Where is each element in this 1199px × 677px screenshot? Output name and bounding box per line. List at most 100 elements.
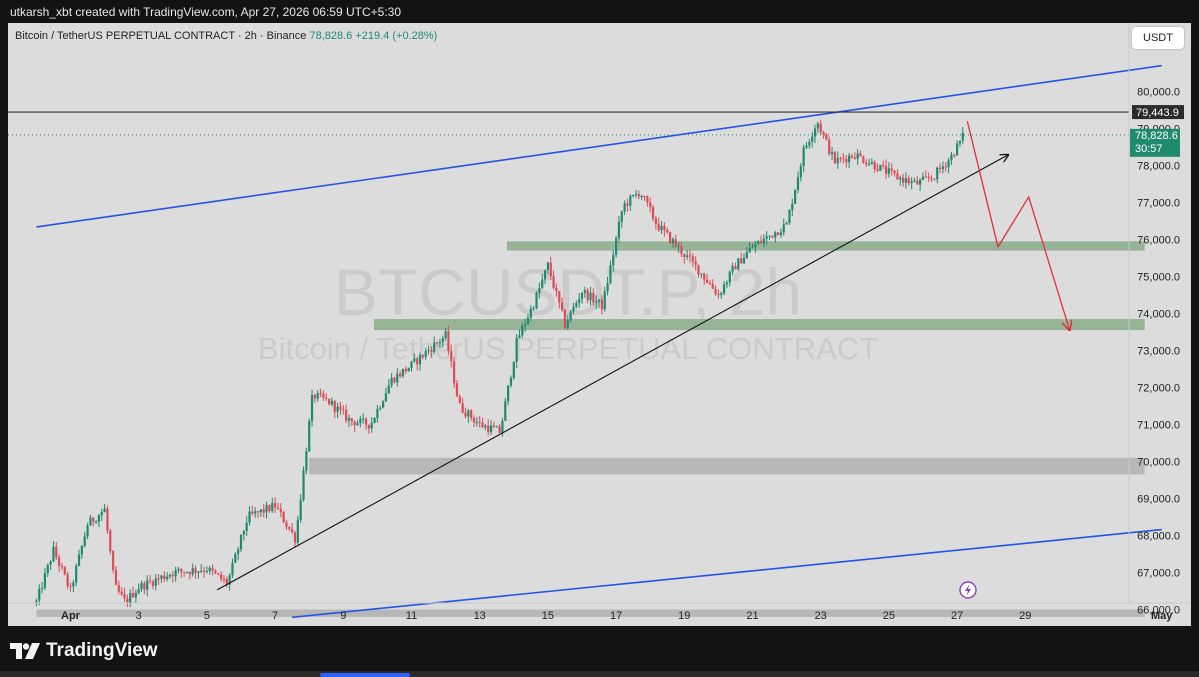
projection-arrow [966, 120, 1069, 330]
candle-body [813, 128, 817, 137]
candle-body [46, 564, 49, 574]
candle-body [345, 409, 348, 421]
candle-body [762, 238, 765, 243]
candle-body [958, 140, 962, 144]
candle-body [717, 294, 720, 296]
candle-body [103, 508, 106, 513]
candle-body [595, 301, 598, 303]
candle-body [438, 342, 442, 344]
candle-body [245, 522, 248, 532]
candle-body [205, 571, 208, 573]
candle-body [220, 574, 223, 580]
candle-body [271, 503, 274, 512]
candle-body [646, 196, 649, 203]
currency-button[interactable]: USDT [1132, 27, 1184, 49]
candle-body [651, 207, 655, 219]
time-tick-label: 11 [406, 610, 417, 622]
candle-body [697, 264, 700, 275]
candle-body [291, 529, 294, 533]
candle-body [370, 422, 373, 429]
candle-body [825, 134, 828, 140]
time-tick-label: May [1151, 610, 1173, 622]
candle-body [688, 255, 692, 257]
candle-body [811, 136, 814, 142]
tradingview-logo-icon [10, 643, 40, 659]
candle-body [308, 421, 311, 452]
time-tick-label: 15 [542, 610, 554, 622]
candle-body [151, 581, 155, 586]
candle-body [134, 592, 137, 598]
candle-body [214, 570, 217, 574]
candle-body [353, 421, 356, 426]
candle-body [109, 530, 112, 552]
candle-body [188, 572, 191, 575]
tradingview-logo[interactable]: TradingView [10, 640, 158, 662]
candle-body [700, 273, 703, 275]
candle-body [430, 350, 433, 352]
candle-body [728, 271, 731, 283]
price-chart[interactable]: BTCUSDT.P, 2hBitcoin / TetherUS PERPETUA… [8, 23, 1191, 626]
candle-body [913, 180, 916, 182]
candle-body [94, 521, 98, 523]
candle-body [938, 167, 942, 169]
candle-body [612, 254, 615, 266]
candle-body [663, 225, 666, 231]
candle-body [586, 290, 589, 301]
candle-body [603, 291, 606, 310]
candle-body [680, 245, 683, 254]
candle-body [597, 299, 601, 302]
candle-body [734, 266, 737, 270]
scroll-indicator[interactable] [320, 673, 410, 677]
candle-body [666, 230, 669, 233]
candle-body [890, 168, 893, 171]
candle-body [478, 422, 481, 424]
support-zone-3 [36, 609, 1145, 617]
candle-body [401, 368, 405, 377]
trendline [216, 155, 1008, 591]
candle-body [242, 531, 245, 535]
candle-body [833, 152, 837, 164]
candle-body [484, 425, 487, 428]
candle-body [373, 418, 376, 423]
candle-body [541, 279, 544, 288]
time-tick-label: 13 [474, 610, 486, 622]
candle-body [364, 418, 368, 425]
candle-body [470, 410, 473, 418]
candle-body [174, 570, 177, 577]
candle-body [168, 574, 172, 577]
candle-body [336, 406, 339, 412]
candle-body [677, 245, 680, 247]
candle-body [435, 342, 439, 344]
candle-body [143, 583, 146, 590]
candle-body [322, 393, 325, 398]
candle-body [936, 167, 939, 180]
candle-body [489, 425, 493, 433]
candle-body [779, 232, 783, 236]
candle-body [248, 511, 251, 523]
time-tick-label: 3 [136, 610, 142, 622]
candle-body [424, 351, 427, 357]
candle-body [447, 331, 450, 352]
candle-body [694, 261, 697, 265]
candle-body [623, 203, 626, 212]
candle-body [185, 572, 189, 574]
candle-body [722, 284, 726, 294]
candle-body [288, 526, 291, 530]
countdown-label: 30:57 [1135, 143, 1163, 155]
candle-body [668, 232, 672, 243]
symbol-header: Bitcoin / TetherUS PERPETUAL CONTRACT · … [15, 30, 437, 42]
lightning-icon[interactable] [959, 581, 977, 599]
candle-body [609, 265, 612, 284]
candle-body [924, 176, 927, 178]
chart-panel[interactable]: BTCUSDT.P, 2h Bitcoin / TetherUS PERPETUA… [8, 23, 1191, 626]
candle-body [498, 426, 501, 433]
candle-body [879, 164, 882, 171]
candle-body [637, 194, 640, 197]
candle-body [558, 291, 561, 303]
candle-body [782, 224, 785, 233]
candle-body [944, 166, 947, 168]
candle-body [239, 534, 243, 550]
candle-body [43, 573, 47, 588]
time-tick-label: 9 [340, 610, 346, 622]
candle-body [862, 156, 865, 163]
